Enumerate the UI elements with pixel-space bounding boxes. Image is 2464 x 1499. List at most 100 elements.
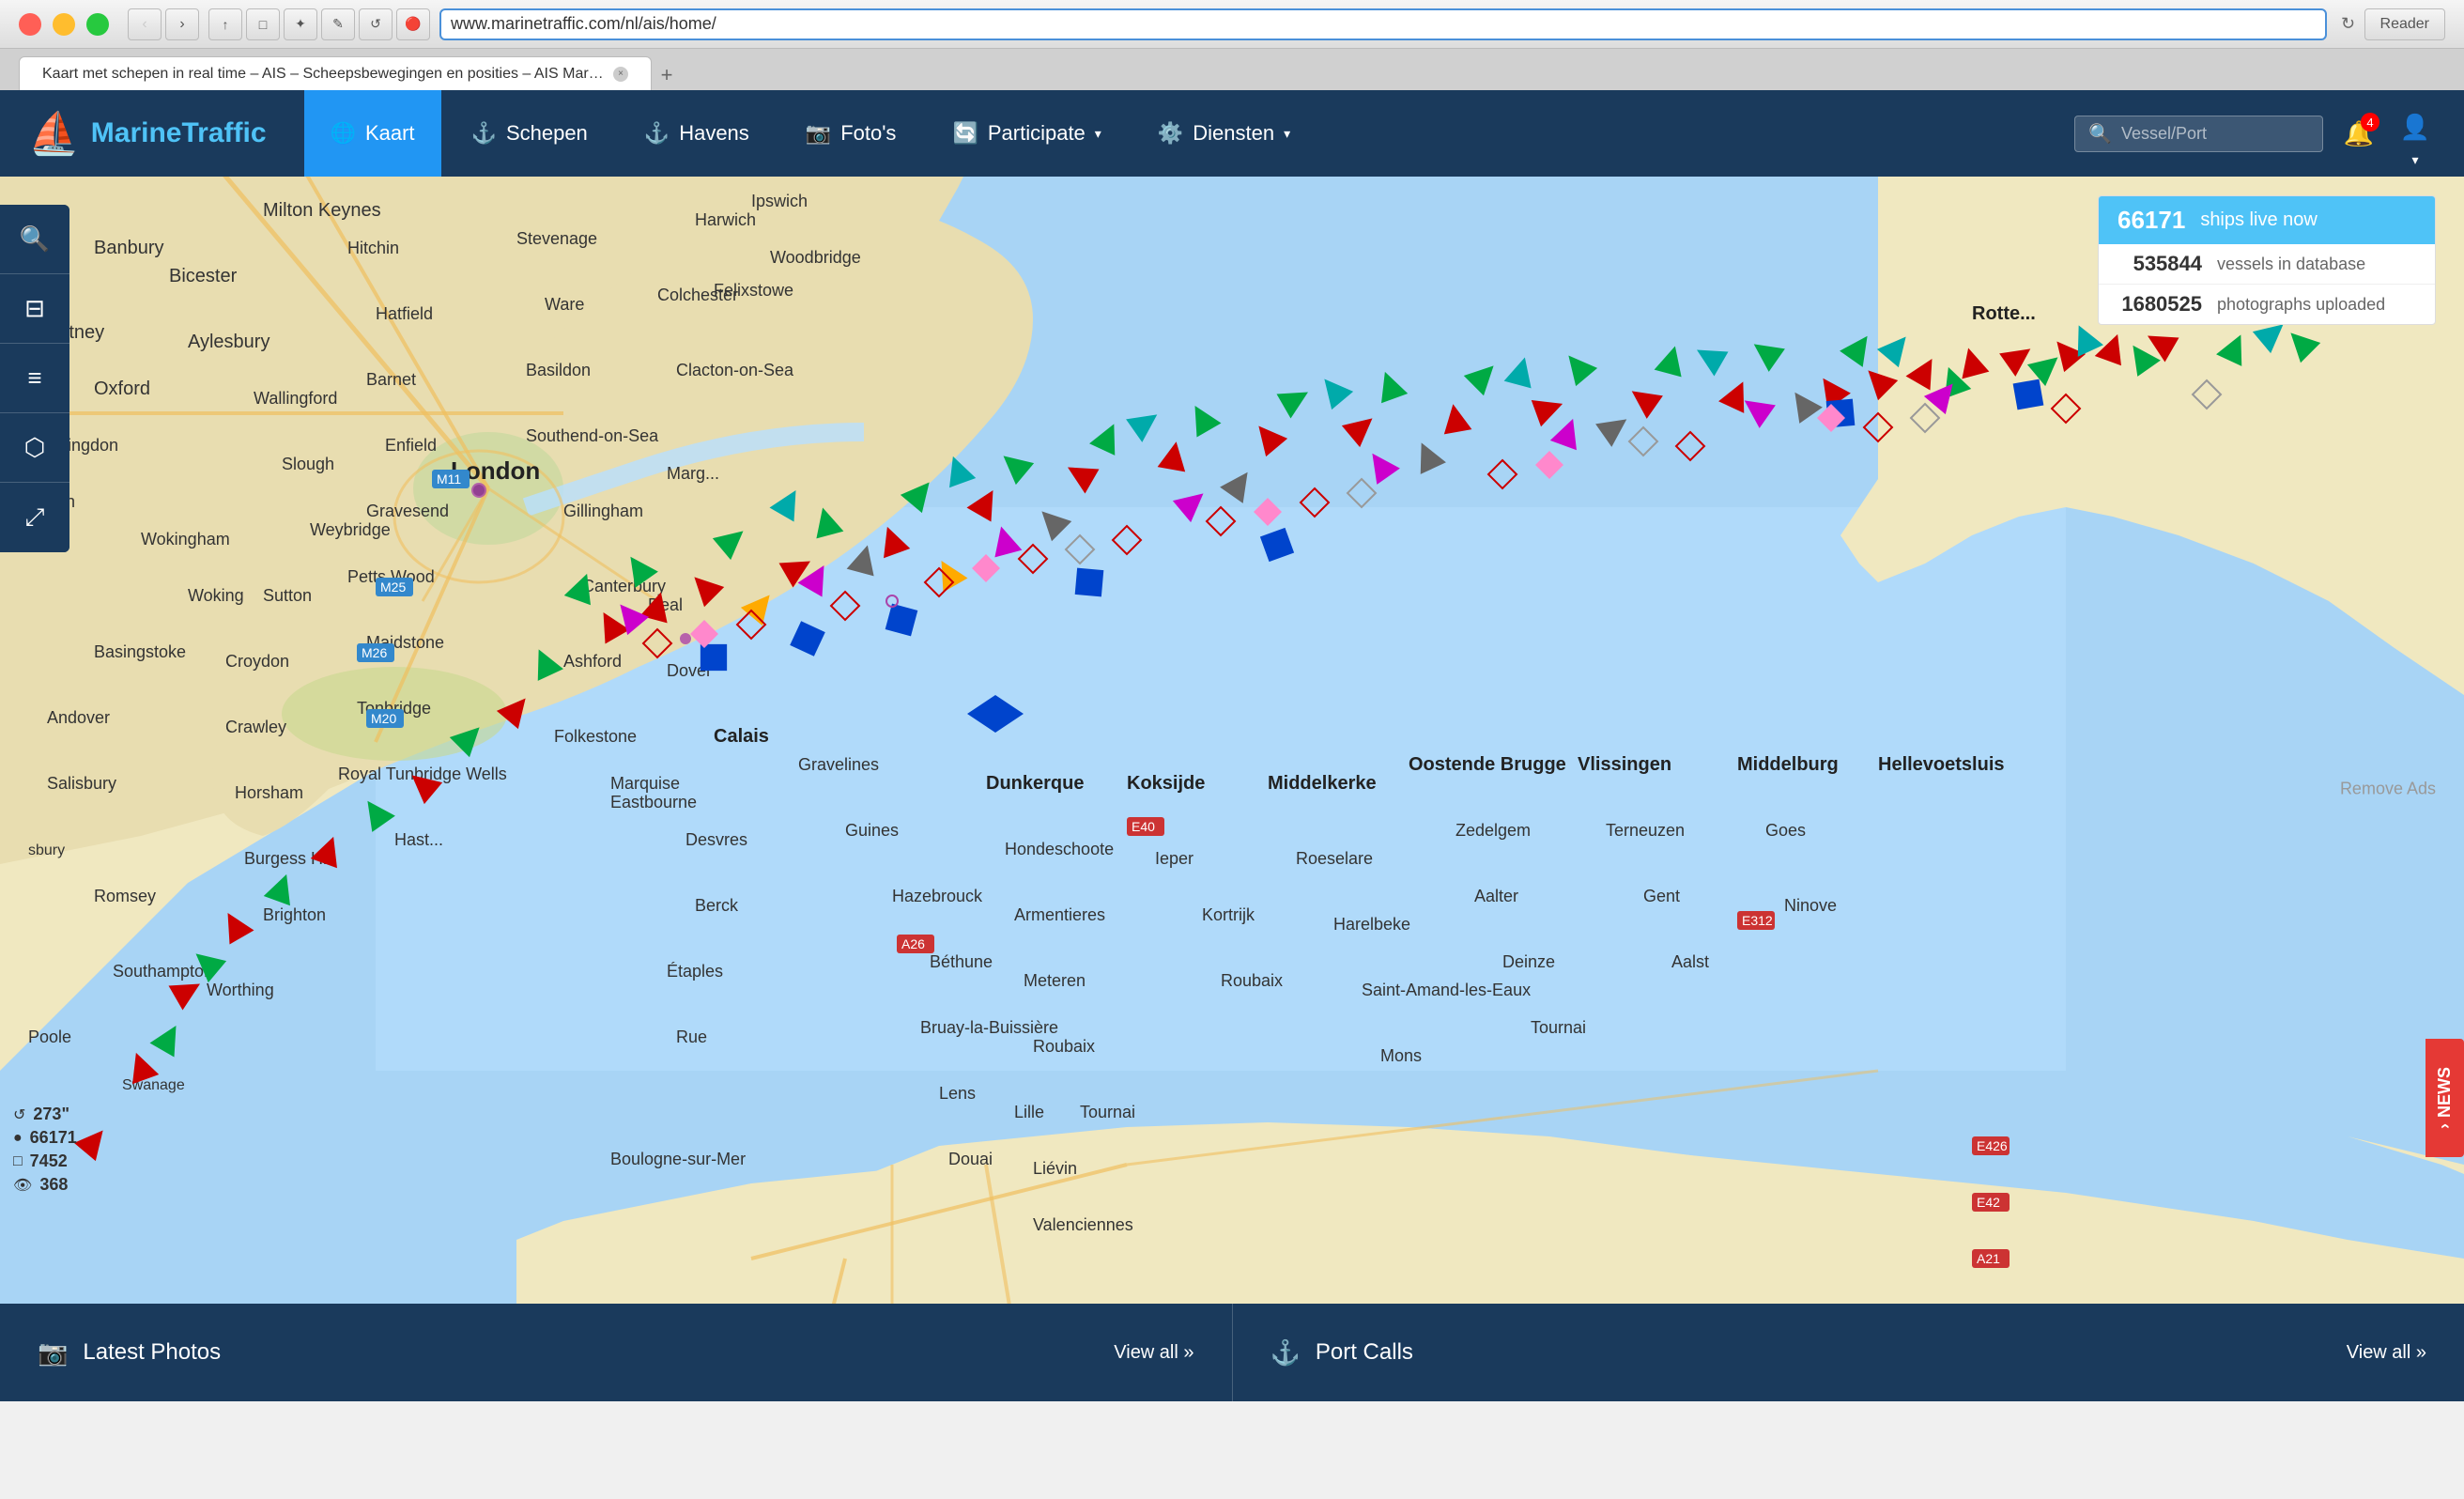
svg-text:Armentieres: Armentieres [1014,905,1105,924]
layers-tool-button[interactable]: ≡ [0,344,69,413]
nav-havens[interactable]: ⚓ Havens [618,90,776,177]
notification-button[interactable]: 🔔 4 [2338,113,2379,154]
title-bar: ‹ › ↑ □ ✦ ✎ ↺ 🔴 ↻ Reader [0,0,2464,49]
svg-text:Gravesend: Gravesend [366,502,449,520]
svg-text:E42: E42 [1977,1195,2000,1210]
svg-text:Brighton: Brighton [263,905,326,924]
svg-text:Clacton-on-Sea: Clacton-on-Sea [676,361,794,379]
back-button[interactable]: ‹ [128,8,162,40]
annotate-icon[interactable]: ✎ [321,8,355,40]
search-tool-button[interactable]: 🔍 [0,205,69,274]
svg-text:Zedelgem: Zedelgem [1455,821,1531,840]
nav-diensten-label: Diensten [1193,121,1274,146]
chevron-down-icon-2: ▾ [1284,126,1290,142]
toolbar-icons: ↑ □ ✦ ✎ ↺ 🔴 [208,8,430,40]
svg-text:Oostende Brugge: Oostende Brugge [1409,754,1566,775]
maximize-button[interactable] [86,13,109,36]
nav-schepen[interactable]: ⚓ Schepen [445,90,614,177]
chevron-right-icon: › [2435,1123,2455,1129]
address-bar-container: ↻ [439,8,2364,40]
range-value: 273" [33,1105,69,1124]
svg-text:Aalter: Aalter [1474,887,1518,905]
svg-text:Roubaix: Roubaix [1221,971,1283,990]
bookmark-icon[interactable]: □ [246,8,280,40]
svg-text:Ashford: Ashford [563,652,622,671]
svg-text:E426: E426 [1977,1138,2008,1153]
nav-participate[interactable]: 🔄 Participate ▾ [926,90,1127,177]
svg-text:Roubaix: Roubaix [1033,1037,1095,1056]
svg-text:Marg...: Marg... [667,464,719,483]
svg-text:Worthing: Worthing [207,981,274,999]
remove-ads-link[interactable]: Remove Ads [2340,780,2436,799]
svg-text:Middelkerke: Middelkerke [1268,773,1377,794]
tab-close-button[interactable]: × [613,67,628,82]
svg-text:E40: E40 [1132,819,1155,834]
latest-photos-label: 📷 Latest Photos [38,1338,221,1368]
svg-text:Basildon: Basildon [526,361,591,379]
nav-kaart[interactable]: 🌐 Kaart [304,90,441,177]
refresh-icon: 🔄 [952,121,978,146]
live-ship-count: 66171 [2118,206,2185,235]
svg-text:Folkestone: Folkestone [554,727,637,746]
reader-button[interactable]: Reader [2364,8,2445,40]
reload-icon[interactable]: ↺ [359,8,393,40]
user-menu-button[interactable]: 👤 ▾ [2395,113,2436,154]
nav-participate-label: Participate [988,121,1086,146]
nav-diensten[interactable]: ⚙️ Diensten ▾ [1132,90,1317,177]
svg-text:Southend-on-Sea: Southend-on-Sea [526,426,659,445]
svg-text:Béthune: Béthune [930,952,993,971]
stats-live-row: 66171 ships live now [2099,196,2435,244]
search-input[interactable] [2121,124,2309,144]
nav-items: 🌐 Kaart ⚓ Schepen ⚓ Havens 📷 Foto's 🔄 Pa… [304,90,2075,177]
svg-text:Mons: Mons [1380,1046,1422,1065]
chevron-down-icon-3: ▾ [2411,152,2418,167]
svg-text:Ieper: Ieper [1155,849,1194,868]
search-box[interactable]: 🔍 [2074,116,2323,152]
svg-text:Stevenage: Stevenage [516,229,597,248]
bug-icon[interactable]: 🔴 [396,8,430,40]
star-icon[interactable]: ✦ [284,8,317,40]
left-tools-panel: 🔍 ⊟ ≡ ⬡ ⤢ [0,205,69,552]
svg-text:Enfield: Enfield [385,436,437,455]
live-ship-label: ships live now [2200,209,2318,231]
svg-text:Tournai: Tournai [1080,1103,1135,1121]
svg-text:Harelbeke: Harelbeke [1333,915,1410,934]
page-refresh-button[interactable]: ↻ [2333,8,2364,40]
svg-text:Boulogne-sur-Mer: Boulogne-sur-Mer [610,1150,746,1168]
svg-text:Banbury: Banbury [94,238,164,258]
svg-text:Roeselare: Roeselare [1296,849,1373,868]
nav-fotos[interactable]: 📷 Foto's [779,90,923,177]
svg-text:Aylesbury: Aylesbury [188,332,270,352]
svg-text:Romsey: Romsey [94,887,156,905]
new-tab-button[interactable]: + [652,60,682,90]
filter-tool-button[interactable]: ⊟ [0,274,69,344]
forward-button[interactable]: › [165,8,199,40]
network-tool-button[interactable]: ⬡ [0,413,69,483]
svg-text:Rotte...: Rotte... [1972,303,2036,324]
address-bar[interactable] [439,8,2327,40]
chevron-down-icon: ▾ [1095,126,1101,142]
svg-text:Bruay-la-Buissière: Bruay-la-Buissière [920,1018,1058,1037]
svg-text:Croydon: Croydon [225,652,289,671]
view-all-ports-button[interactable]: View all » [2347,1342,2426,1364]
browser-tab[interactable]: Kaart met schepen in real time – AIS – S… [19,56,652,90]
svg-text:Gillingham: Gillingham [563,502,643,520]
photos-mini-value: 368 [39,1175,68,1195]
news-badge[interactable]: › NEWS [2426,1039,2464,1157]
close-button[interactable] [19,13,41,36]
minimize-button[interactable] [53,13,75,36]
view-all-photos-button[interactable]: View all » [1114,1342,1194,1364]
main-navigation: ⛵ MarineTraffic 🌐 Kaart ⚓ Schepen ⚓ Have… [0,90,2464,177]
svg-text:Oxford: Oxford [94,379,150,399]
bottom-bar: 📷 Latest Photos View all » ⚓ Port Calls … [0,1304,2464,1401]
svg-text:Harwich: Harwich [695,210,756,229]
mini-stats: ↺ 273" ● 66171 □ 7452 👁 368 [13,1105,77,1195]
vessels-row: 535844 vessels in database [2099,244,2435,285]
svg-text:Swanage: Swanage [122,1077,185,1093]
share-icon[interactable]: ↑ [208,8,242,40]
expand-tool-button[interactable]: ⤢ [0,483,69,552]
map-container[interactable]: London Banbury Milton Keynes Witney Oxfo… [0,177,2464,1401]
svg-text:E312: E312 [1742,913,1773,928]
svg-text:Koksijde: Koksijde [1127,773,1205,794]
svg-text:Hellevoetsluis: Hellevoetsluis [1878,754,2005,775]
